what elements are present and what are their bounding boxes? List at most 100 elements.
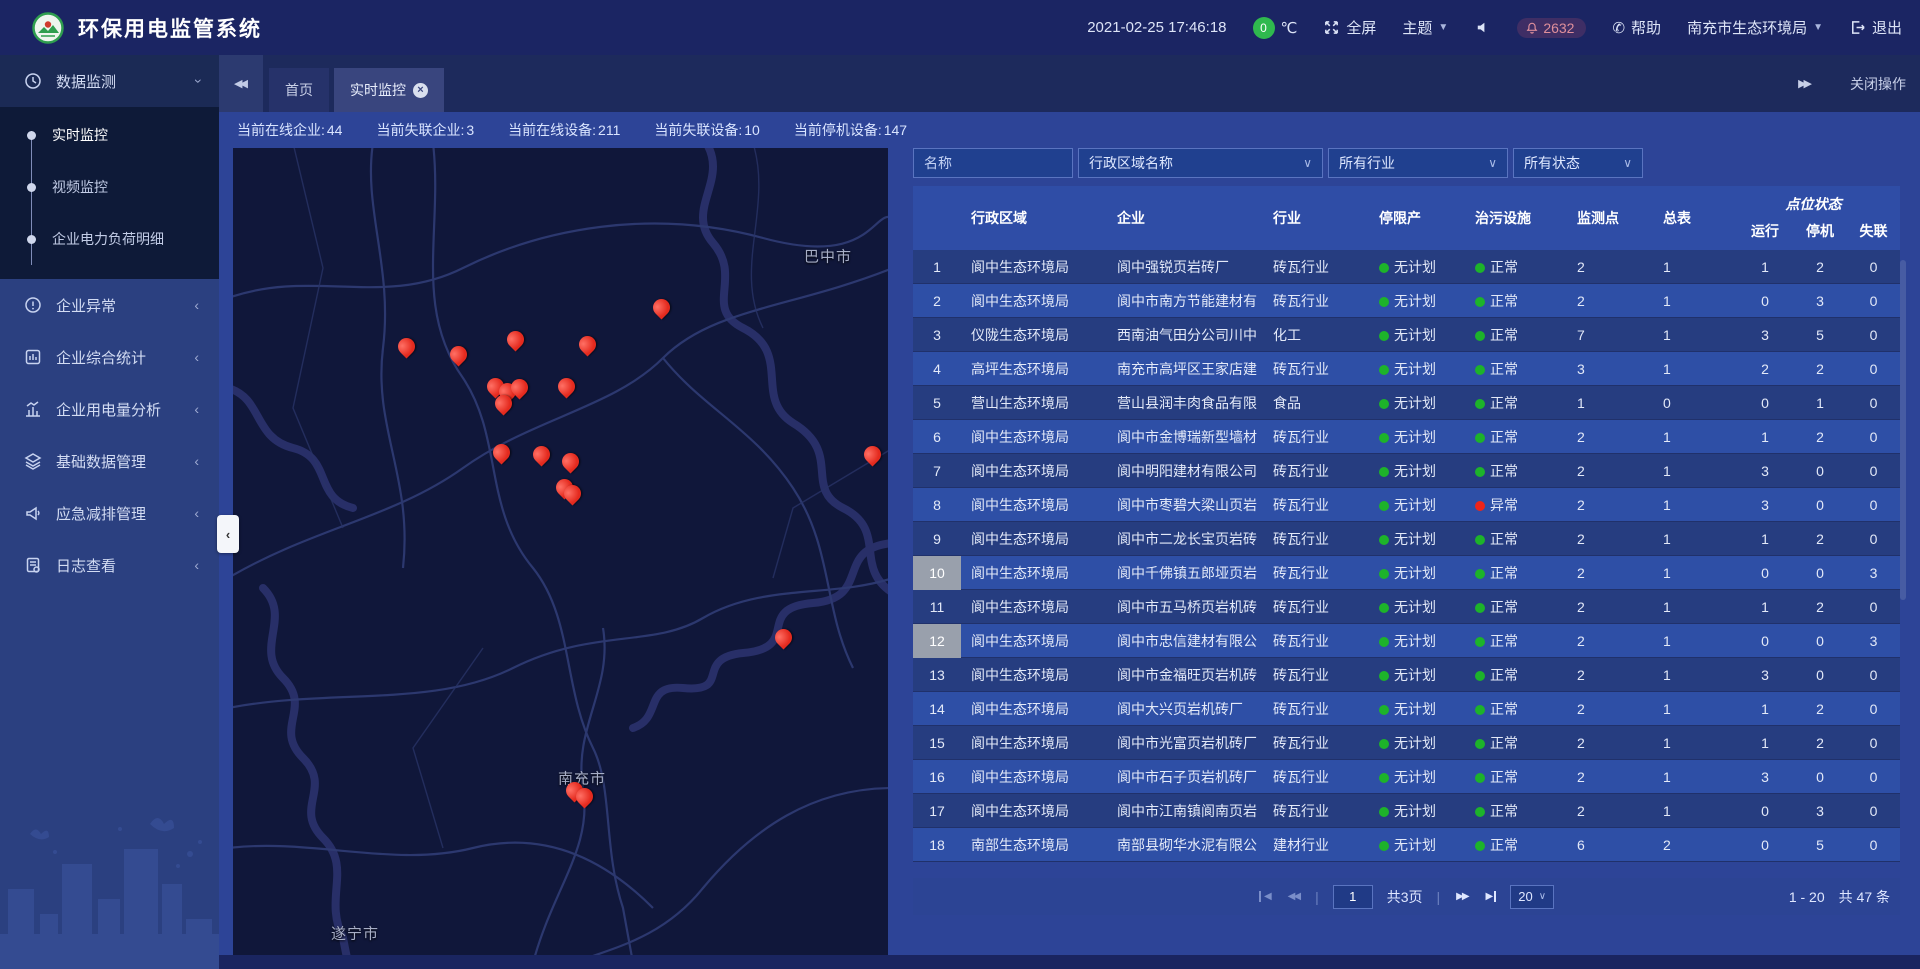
megaphone-icon [24,504,42,522]
row-index: 3 [913,327,961,343]
chevron-left-icon: ‹ [194,297,199,313]
status-dot [1379,739,1389,749]
tab-list: 首页实时监控× [269,55,444,112]
table-scrollbar[interactable] [1900,260,1906,600]
sidebar-item[interactable]: 视频监控 [0,161,219,213]
sidebar-group-data-monitor[interactable]: 数据监测‹ [0,55,219,107]
logout-button[interactable]: 退出 [1849,17,1902,38]
alarm-badge[interactable]: 2632 [1517,18,1586,38]
stat-item: 当前失联设备:10 [654,120,759,140]
stat-item: 当前在线设备:211 [508,120,620,140]
sidebar-group-enterprise-stats[interactable]: 企业综合统计‹ [0,331,219,383]
total-count-label: 共 47 条 [1839,887,1890,907]
org-dropdown[interactable]: 南充市生态环境局 ▼ [1687,17,1823,38]
stat-item: 当前在线企业:44 [237,120,342,140]
table-row[interactable]: 6阆中生态环境局阆中市金博瑞新型墙材砖瓦行业无计划正常21120 [913,420,1900,454]
table-row[interactable]: 10阆中生态环境局阆中千佛镇五郎垭页岩砖瓦行业无计划正常21003 [913,556,1900,590]
table-row[interactable]: 12阆中生态环境局阆中市忠信建材有限公砖瓦行业无计划正常21003 [913,624,1900,658]
column-subheader: 运行 [1737,221,1793,250]
table-row[interactable]: 15阆中生态环境局阆中市光富页岩机砖厂砖瓦行业无计划正常21120 [913,726,1900,760]
tab-close-icon[interactable]: × [413,83,428,98]
row-index: 16 [913,769,961,785]
close-operations-button[interactable]: 关闭操作 [1850,74,1906,94]
table-row[interactable]: 11阆中生态环境局阆中市五马桥页岩机砖砖瓦行业无计划正常21120 [913,590,1900,624]
status-dot [1475,535,1485,545]
tabs-scroll-right-button[interactable]: ▶▶ [1798,77,1812,90]
status-dot [1475,331,1485,341]
row-index: 4 [913,361,961,377]
sidebar-group-enterprise-abnormal[interactable]: 企业异常‹ [0,279,219,331]
sidebar-group-power-analysis[interactable]: 企业用电量分析‹ [0,383,219,435]
tabs-scroll-left-button[interactable]: ◀◀ [219,55,263,112]
industry-filter-select[interactable]: 所有行业 ∨ [1328,148,1508,178]
status-dot [1379,807,1389,817]
help-button[interactable]: ✆ 帮助 [1612,17,1661,38]
last-page-button[interactable]: ▶ [1484,891,1497,902]
table-row[interactable]: 4高坪生态环境局南充市高坪区王家店建砖瓦行业无计划正常31220 [913,352,1900,386]
stats-bar: 当前在线企业:44当前失联企业:3当前在线设备:211当前失联设备:10当前停机… [219,112,1920,148]
mute-button[interactable] [1474,19,1491,36]
table-row[interactable]: 7阆中生态环境局阆中明阳建材有限公司砖瓦行业无计划正常21300 [913,454,1900,488]
row-index: 6 [913,429,961,445]
status-dot [1379,569,1389,579]
row-index: 13 [913,667,961,683]
map-city-label: 遂宁市 [331,923,379,944]
table-row[interactable]: 18南部生态环境局南部县砌华水泥有限公建材行业无计划正常62050 [913,828,1900,862]
sidebar-group-emergency[interactable]: 应急减排管理‹ [0,487,219,539]
status-dot [1379,705,1389,715]
fullscreen-button[interactable]: 全屏 [1323,17,1376,38]
layers-icon [24,452,42,470]
chevron-down-icon: ▼ [1813,22,1823,33]
app-title: 环保用电监管系统 [78,13,262,43]
table-row[interactable]: 9阆中生态环境局阆中市二龙长宝页岩砖砖瓦行业无计划正常21120 [913,522,1900,556]
sidebar-collapse-button[interactable]: ‹ [217,515,239,553]
column-header: 监测点 [1565,208,1653,228]
status-dot [1379,671,1389,681]
tab-bar: ◀◀ 首页实时监控× ▶▶ 关闭操作 [219,55,1920,112]
column-header: 行业 [1271,208,1371,228]
table-row[interactable]: 3仪陇生态环境局西南油气田分公司川中化工无计划正常71350 [913,318,1900,352]
theme-dropdown[interactable]: 主题 ▼ [1402,17,1448,38]
status-dot [1379,603,1389,613]
sidebar-group-logs[interactable]: 日志查看‹ [0,539,219,591]
table-row[interactable]: 8阆中生态环境局阆中市枣碧大梁山页岩砖瓦行业无计划异常21300 [913,488,1900,522]
prev-page-button[interactable]: ◀◀ [1286,891,1301,902]
table-row[interactable]: 1阆中生态环境局阆中强锐页岩砖厂砖瓦行业无计划正常21120 [913,250,1900,284]
log-icon [24,556,42,574]
table-row[interactable]: 16阆中生态环境局阆中市石子页岩机砖厂砖瓦行业无计划正常21300 [913,760,1900,794]
app-window: 环保用电监管系统 2021-02-25 17:46:18 0 ℃ 全屏 主题 ▼ [0,0,1920,969]
tab[interactable]: 首页 [269,68,329,112]
map-panel[interactable]: 巴中市南充市遂宁市 [233,148,888,955]
table-body: 1阆中生态环境局阆中强锐页岩砖厂砖瓦行业无计划正常211202阆中生态环境局阆中… [913,250,1900,876]
first-page-button[interactable]: ◀ [1259,891,1272,902]
region-filter-select[interactable]: 行政区域名称 ∨ [1078,148,1323,178]
stat-item: 当前停机设备:147 [794,120,907,140]
sidebar-item[interactable]: 企业电力负荷明细 [0,213,219,265]
row-index: 12 [913,624,961,658]
table-row[interactable]: 2阆中生态环境局阆中市南方节能建材有砖瓦行业无计划正常21030 [913,284,1900,318]
table-row[interactable]: 5营山生态环境局营山县润丰肉食品有限食品无计划正常10010 [913,386,1900,420]
logout-icon [1849,19,1866,36]
status-dot [1379,467,1389,477]
sidebar-group-base-data[interactable]: 基础数据管理‹ [0,435,219,487]
column-header: 行政区域 [961,208,1113,228]
name-filter-input[interactable] [913,148,1073,178]
page-number-input[interactable] [1333,885,1373,909]
tab[interactable]: 实时监控× [334,68,444,112]
chevron-down-icon: ∨ [1623,156,1632,170]
table-row[interactable]: 13阆中生态环境局阆中市金福旺页岩机砖砖瓦行业无计划正常21300 [913,658,1900,692]
page-size-select[interactable]: 20 ∨ [1510,885,1554,909]
status-dot [1379,501,1389,511]
status-filter-select[interactable]: 所有状态 ∨ [1513,148,1643,178]
table-row[interactable]: 14阆中生态环境局阆中大兴页岩机砖厂砖瓦行业无计划正常21120 [913,692,1900,726]
phone-icon: ✆ [1612,19,1625,37]
city-silhouette-decoration [0,794,219,969]
status-dot [1379,365,1389,375]
chart-icon [24,400,42,418]
sidebar-item[interactable]: 实时监控 [0,109,219,161]
row-index: 5 [913,395,961,411]
status-dot [1379,433,1389,443]
next-page-button[interactable]: ▶▶ [1454,891,1469,902]
table-row[interactable]: 17阆中生态环境局阆中市江南镇阆南页岩砖瓦行业无计划正常21030 [913,794,1900,828]
status-dot [1475,297,1485,307]
